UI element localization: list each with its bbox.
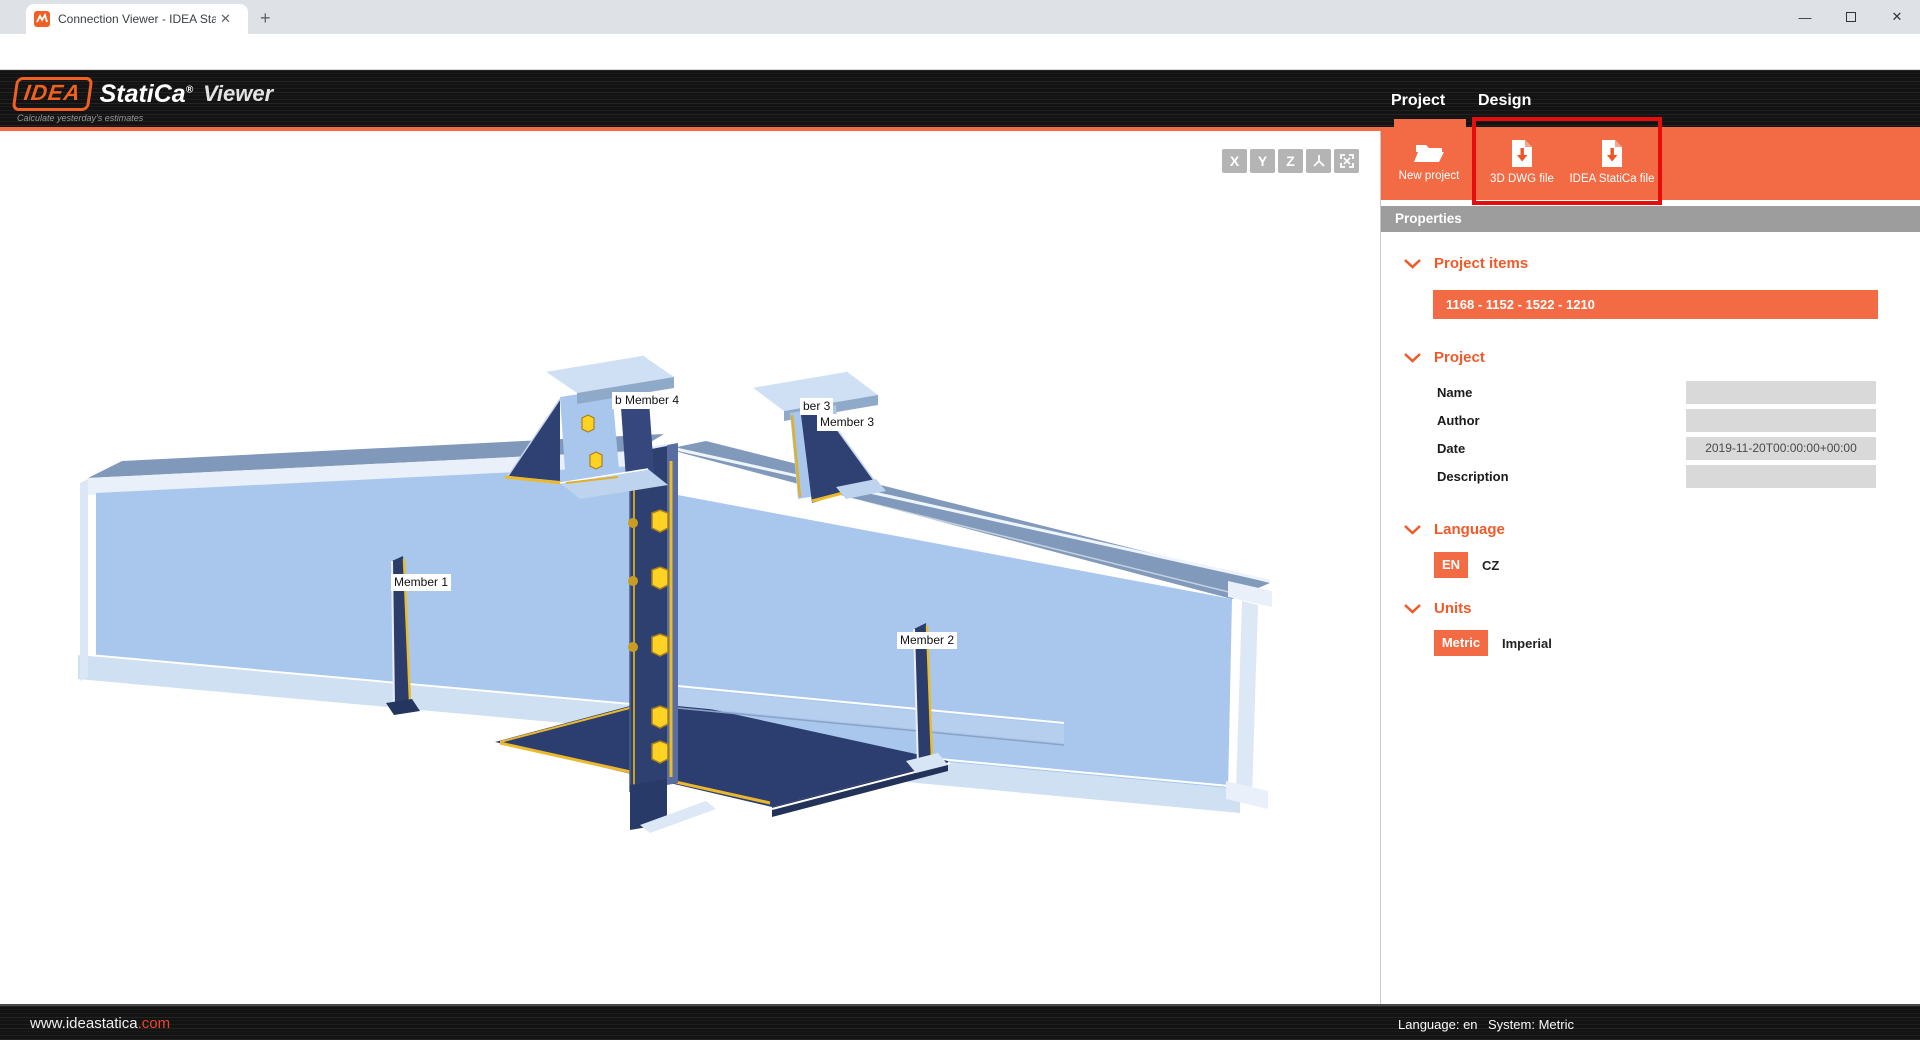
tab-design[interactable]: Design <box>1478 92 1531 110</box>
field-label-date: Date <box>1437 441 1465 456</box>
logo-viewer-text: Viewer <box>203 81 273 107</box>
logo-tagline: Calculate yesterday's estimates <box>17 113 143 123</box>
section-project[interactable]: Project <box>1404 349 1485 366</box>
view-button-group: X Y Z <box>1222 149 1359 173</box>
close-button[interactable]: ✕ <box>1874 9 1920 25</box>
zoom-fit-button[interactable] <box>1334 149 1359 173</box>
app-footer: www.ideastatica.com Language: en System:… <box>0 1004 1920 1040</box>
highlight-annotation-box <box>1472 117 1662 205</box>
new-project-label: New project <box>1399 170 1460 182</box>
view-axonometric-button[interactable] <box>1306 149 1331 173</box>
3d-viewport[interactable] <box>0 131 1381 1004</box>
site-tld-text: .com <box>138 1015 171 1032</box>
view-y-button[interactable]: Y <box>1250 149 1275 173</box>
language-cz-button[interactable]: CZ <box>1482 558 1499 573</box>
label-member4: b Member 4 <box>612 392 682 409</box>
label-member3: Member 3 <box>817 414 877 431</box>
section-language[interactable]: Language <box>1404 521 1505 538</box>
footer-system-status: System: Metric <box>1488 1017 1574 1032</box>
chevron-down-icon <box>1404 604 1421 614</box>
section-units[interactable]: Units <box>1404 600 1472 617</box>
maximize-button[interactable] <box>1828 10 1874 25</box>
maximize-icon <box>1846 12 1856 22</box>
description-field[interactable] <box>1686 465 1876 488</box>
view-z-button[interactable]: Z <box>1278 149 1303 173</box>
chevron-down-icon <box>1404 525 1421 535</box>
language-en-button[interactable]: EN <box>1434 552 1468 578</box>
footer-language-status: Language: en <box>1398 1017 1478 1032</box>
properties-bar: Properties <box>1381 206 1920 232</box>
window-controls: — ✕ <box>1782 0 1920 34</box>
app-logo: IDEA StatiCa® Viewer <box>14 77 273 111</box>
properties-bar-title: Properties <box>1395 206 1462 232</box>
minimize-button[interactable]: — <box>1782 10 1828 25</box>
idea-favicon <box>34 11 50 27</box>
chevron-down-icon <box>1404 259 1421 269</box>
tab-close-icon[interactable]: ✕ <box>220 11 231 27</box>
field-label-description: Description <box>1437 469 1509 484</box>
site-main-text: www.ideastatica <box>30 1015 138 1032</box>
label-member1: Member 1 <box>391 574 451 591</box>
author-field[interactable] <box>1686 409 1876 432</box>
units-metric-button[interactable]: Metric <box>1434 630 1488 656</box>
section-title: Project items <box>1434 255 1528 272</box>
tab-project[interactable]: Project <box>1391 92 1445 110</box>
units-imperial-button[interactable]: Imperial <box>1502 636 1552 651</box>
field-label-name: Name <box>1437 385 1472 400</box>
registered-mark: ® <box>186 84 193 95</box>
new-project-button[interactable]: New project <box>1388 131 1470 200</box>
folder-open-icon <box>1413 139 1445 165</box>
logo-statica-text: StatiCa® <box>100 80 194 109</box>
section-project-items[interactable]: Project items <box>1404 255 1528 272</box>
footer-site-link[interactable]: www.ideastatica.com <box>30 1015 170 1032</box>
app-window: Connection Viewer - IDEA StatiCa ✕ + — ✕… <box>0 0 1920 1040</box>
browser-titlebar: Connection Viewer - IDEA StatiCa ✕ + — ✕ <box>0 0 1920 34</box>
project-item-row[interactable]: 1168 - 1152 - 1522 - 1210 <box>1433 290 1878 319</box>
chevron-down-icon <box>1404 353 1421 363</box>
field-label-author: Author <box>1437 413 1480 428</box>
new-tab-button[interactable]: + <box>260 8 271 28</box>
fit-view-icon <box>1339 153 1355 169</box>
date-field[interactable]: 2019-11-20T00:00:00+00:00 <box>1686 437 1876 460</box>
browser-navbar: ← → ⟳ ⌂ viewer.ideastatica.com/Connectio… <box>0 34 1920 70</box>
3d-model-svg[interactable] <box>0 131 1381 1004</box>
label-member2: Member 2 <box>897 632 957 649</box>
browser-tab[interactable]: Connection Viewer - IDEA StatiCa ✕ <box>26 4 248 34</box>
label-member3-partial: ber 3 <box>800 398 833 415</box>
axonometric-icon <box>1311 153 1327 169</box>
section-title: Units <box>1434 600 1472 617</box>
tab-title: Connection Viewer - IDEA StatiCa <box>58 12 216 26</box>
section-title: Language <box>1434 521 1505 538</box>
section-title: Project <box>1434 349 1485 366</box>
project-item-label: 1168 - 1152 - 1522 - 1210 <box>1446 290 1595 319</box>
view-x-button[interactable]: X <box>1222 149 1247 173</box>
idea-logo-box: IDEA <box>12 77 93 111</box>
name-field[interactable] <box>1686 381 1876 404</box>
